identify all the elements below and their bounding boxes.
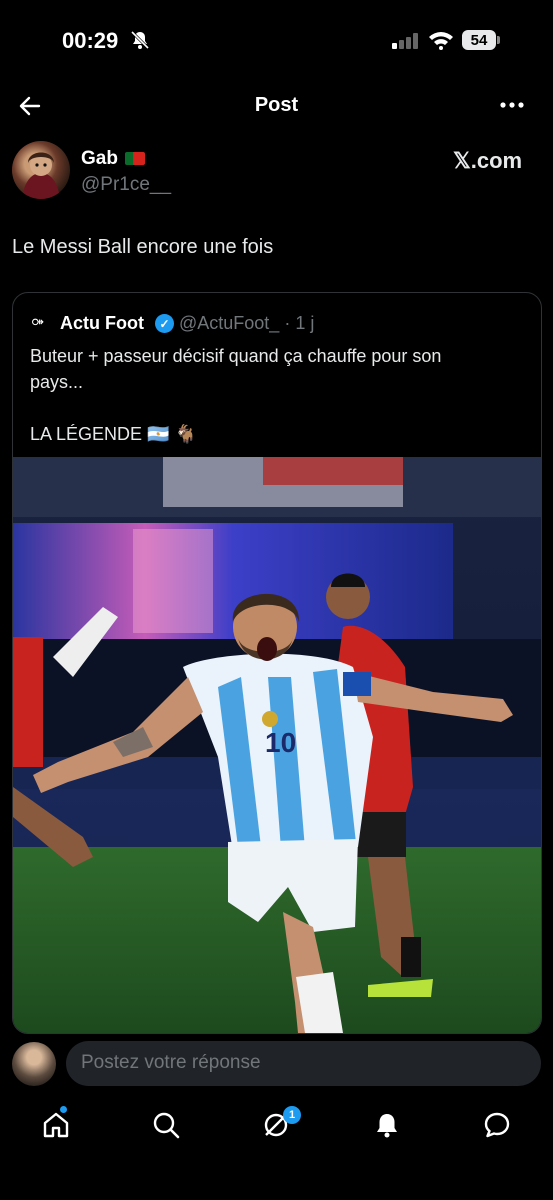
my-avatar[interactable]	[12, 1042, 56, 1086]
home-notification-dot	[60, 1106, 67, 1113]
jersey-number: 10	[265, 727, 296, 758]
battery-indicator: 54	[462, 30, 496, 50]
more-options-icon[interactable]	[500, 101, 524, 109]
bell-slash-icon	[130, 30, 150, 50]
quoted-text-line3: LA LÉGENDE 🇦🇷 🐐	[30, 424, 197, 444]
messages-icon[interactable]	[483, 1111, 511, 1139]
source-xcom: 𝕏.com	[453, 148, 523, 173]
messages-badge: 1	[283, 1106, 301, 1124]
portugal-flag-emoji	[125, 152, 145, 165]
home-icon[interactable]	[42, 1111, 70, 1139]
reply-placeholder: Postez votre réponse	[81, 1052, 261, 1073]
signal-icon	[392, 33, 418, 49]
search-icon[interactable]	[152, 1111, 180, 1139]
key-icon: ⚩	[32, 314, 44, 330]
author-name[interactable]: Gab	[81, 148, 118, 170]
verified-badge-icon: ✓	[155, 314, 174, 333]
wifi-icon	[429, 32, 453, 50]
tweet-text: Le Messi Ball encore une fois	[12, 236, 274, 258]
author-handle[interactable]: @Pr1ce__	[81, 174, 171, 196]
quoted-handle: @ActuFoot_ · 1 j	[179, 313, 315, 333]
battery-tip	[497, 36, 500, 44]
quoted-author-name: Actu Foot	[60, 313, 144, 333]
notifications-bell-icon[interactable]	[373, 1111, 401, 1139]
status-time: 00:29	[62, 28, 119, 53]
quoted-post[interactable]: ⚩ Actu Foot ✓ @ActuFoot_ · 1 j Buteur + …	[12, 292, 542, 1034]
avatar-illustration	[22, 152, 60, 199]
page-title: Post	[254, 94, 299, 116]
quoted-photo[interactable]: 10	[13, 457, 541, 1033]
quoted-text-line1: Buteur + passeur décisif quand ça chauff…	[30, 346, 442, 366]
author-avatar[interactable]	[12, 141, 70, 199]
quoted-text-line2: pays...	[30, 372, 84, 392]
